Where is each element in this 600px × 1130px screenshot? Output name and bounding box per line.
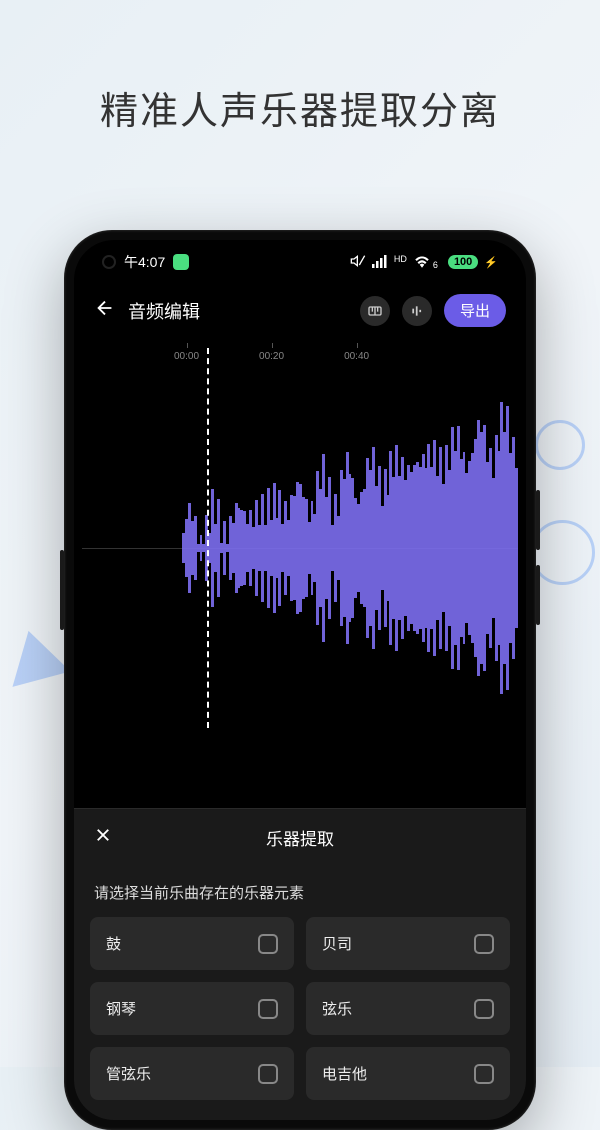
instrument-option[interactable]: 电吉他: [306, 1047, 510, 1100]
equalizer-icon[interactable]: [402, 296, 432, 326]
instrument-option[interactable]: 管弦乐: [90, 1047, 294, 1100]
camera-hole: [102, 255, 116, 269]
back-button[interactable]: [94, 297, 116, 325]
timeline: 00:00 00:20 00:40: [74, 341, 526, 368]
marketing-title: 精准人声乐器提取分离: [0, 0, 600, 175]
checkbox[interactable]: [258, 934, 278, 954]
wifi-sub: 6: [433, 260, 438, 270]
checkbox[interactable]: [474, 934, 494, 954]
mute-icon: [350, 253, 366, 272]
instrument-option[interactable]: 钢琴: [90, 982, 294, 1035]
checkbox[interactable]: [258, 999, 278, 1019]
sheet-title: 乐器提取: [124, 825, 506, 850]
sheet-subtitle: 请选择当前乐曲存在的乐器元素: [74, 866, 526, 917]
wifi-icon: [413, 254, 431, 271]
phone-side-button: [60, 550, 64, 630]
hd-label: HD: [394, 254, 407, 264]
bg-decoration: [0, 623, 70, 687]
close-button[interactable]: [94, 826, 124, 850]
instrument-option[interactable]: 弦乐: [306, 982, 510, 1035]
charging-icon: ⚡: [484, 256, 498, 269]
app-header: 音频编辑 导出: [74, 280, 526, 341]
instrument-label: 贝司: [322, 933, 352, 954]
timeline-tick: 00:20: [259, 351, 284, 362]
instrument-option[interactable]: 鼓: [90, 917, 294, 970]
checkbox[interactable]: [474, 999, 494, 1019]
waveform-area[interactable]: [82, 378, 518, 718]
screen: 午4:07 HD 6 100 ⚡: [74, 240, 526, 1120]
playhead[interactable]: [207, 348, 209, 728]
status-app-icon: [173, 254, 189, 270]
piano-icon[interactable]: [360, 296, 390, 326]
wave-bar: [515, 468, 518, 629]
phone-frame: 午4:07 HD 6 100 ⚡: [64, 230, 536, 1130]
waveform: [182, 378, 518, 718]
instrument-option[interactable]: 贝司: [306, 917, 510, 970]
status-bar: 午4:07 HD 6 100 ⚡: [74, 240, 526, 280]
export-button[interactable]: 导出: [444, 294, 506, 327]
instrument-sheet: 乐器提取 请选择当前乐曲存在的乐器元素 鼓 贝司钢琴 弦乐管弦乐 电吉他: [74, 808, 526, 1120]
page-title: 音频编辑: [128, 298, 348, 324]
instrument-label: 电吉他: [322, 1063, 367, 1084]
instrument-label: 弦乐: [322, 998, 352, 1019]
timeline-tick: 00:40: [344, 351, 369, 362]
phone-side-button: [536, 490, 540, 550]
instrument-label: 管弦乐: [106, 1063, 151, 1084]
instrument-label: 鼓: [106, 933, 121, 954]
timeline-tick: 00:00: [174, 351, 199, 362]
signal-icon: [372, 254, 388, 271]
bg-decoration: [535, 420, 585, 470]
battery-indicator: 100: [448, 255, 478, 269]
instrument-label: 钢琴: [106, 998, 136, 1019]
status-time: 午4:07: [124, 252, 165, 272]
phone-side-button: [536, 565, 540, 625]
